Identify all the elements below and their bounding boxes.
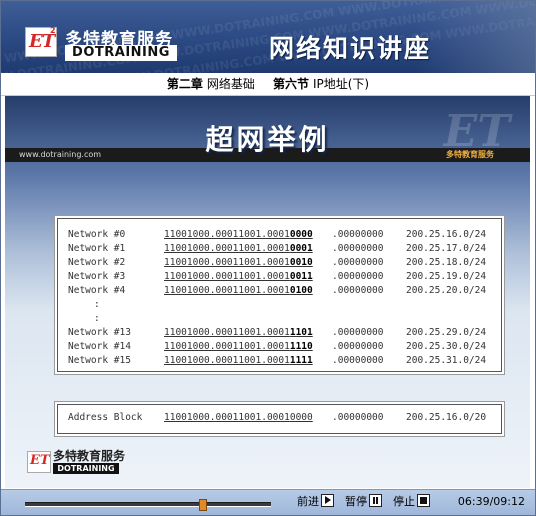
ellipsis: : [94,299,100,310]
network-row: Network #4 11001000.00011001.00010100 .0… [68,285,487,296]
chapter-label: 第二章 [166,77,203,91]
pause-button[interactable]: 暂停 [345,494,382,510]
header-banner: WWW.DOTRAINING.COM WWW.DOTRAINING.COM WW… [1,1,535,73]
slide-brand-en: DOTRAINING [53,463,119,474]
address-block-row: Address Block 11001000.00011001.00010000… [68,412,487,423]
logo-sup: 2 [50,26,56,35]
network-row: Network #2 11001000.00011001.00010010 .0… [68,257,487,268]
network-table: Network #0 11001000.00011001.00010000 .0… [57,218,502,372]
et-logo-icon: ET 2 [25,26,57,57]
next-button[interactable]: 前进 [297,494,334,510]
play-icon [321,494,334,507]
brand-name-en: DOTRAINING [65,45,177,61]
section-name: IP地址(下) [312,77,370,91]
banner-decoration [415,1,535,73]
chapter-bar: 第二章 网络基础 第六节 IP地址(下) [1,73,535,96]
stop-icon [417,494,430,507]
course-title: 网络知识讲座 [269,34,432,63]
network-row: Network #1 11001000.00011001.00010001 .0… [68,243,487,254]
network-row: Network #3 11001000.00011001.00010011 .0… [68,271,487,282]
ellipsis: : [94,313,100,324]
address-block-panel: Address Block 11001000.00011001.00010000… [57,404,502,434]
network-row: Network #14 11001000.00011001.00011110 .… [68,341,487,352]
network-row: Network #15 11001000.00011001.00011111 .… [68,355,487,366]
time-display: 06:39/09:12 [457,495,525,508]
slide-brand-cn: 多特教育服务 [53,449,126,463]
seek-bar[interactable] [25,499,271,511]
network-row: Network #0 11001000.00011001.00010000 .0… [68,229,487,240]
chapter-name: 网络基础 [206,77,255,91]
slide: ET www.dotraining.com 多特教育服务 超网举例 Networ… [5,96,530,488]
app-window: WWW.DOTRAINING.COM WWW.DOTRAINING.COM WW… [0,0,536,516]
seek-thumb[interactable] [199,499,208,511]
pause-icon [369,494,382,507]
et-logo-icon: ET [27,451,51,473]
stop-button[interactable]: 停止 [393,494,430,510]
player-controls: 前进 暂停 停止 06:39/09:12 [1,489,535,515]
network-row: Network #13 11001000.00011001.00011101 .… [68,327,487,338]
slide-title: 超网举例 [205,123,330,156]
section-label: 第六节 [272,77,309,91]
